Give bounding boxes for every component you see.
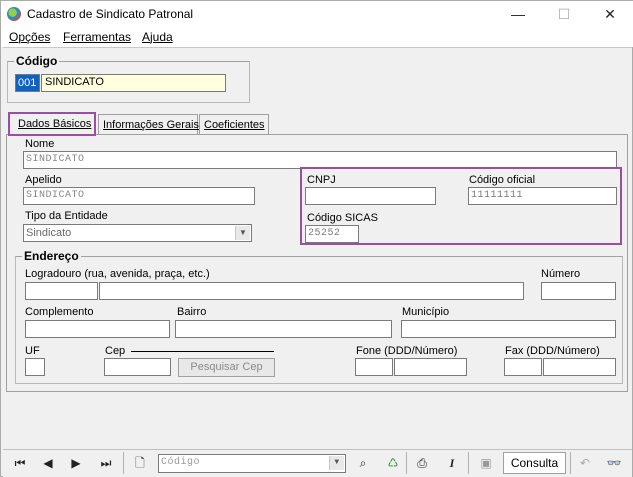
cep-divider [131,351,274,352]
save-icon[interactable]: ▣ [475,452,497,474]
pesquisar-cep-button[interactable]: Pesquisar Cep [178,358,275,377]
fone-ddd-field[interactable] [355,358,393,376]
fax-numero-field[interactable] [543,358,616,376]
application-window: Cadastro de Sindicato Patronal — ☐ ✕ Opç… [0,0,633,477]
toolbar-separator [123,452,124,474]
tipo-entidade-label: Tipo da Entidade [25,210,108,222]
toolbar-separator [406,452,407,474]
cnpj-label: CNPJ [307,174,336,186]
new-document-icon[interactable]: 🗋 [129,452,151,474]
cep-label: Cep [105,345,126,357]
next-record-icon[interactable]: ▶ [65,452,87,474]
chevron-down-icon[interactable]: ▼ [235,226,250,240]
italic-i-icon[interactable]: I [441,452,463,474]
codigo-oficial-label: Código oficial [469,174,536,186]
codigo-sicas-field[interactable]: 25252 [305,225,359,243]
filter-icon[interactable]: ⌕ [352,452,374,474]
complemento-field[interactable] [25,320,170,338]
first-record-icon[interactable]: ⏮ [9,452,31,474]
menu-opcoes[interactable]: Opções [9,30,50,44]
tab-informacoes-gerais[interactable]: Informações Gerais [98,114,199,135]
close-button[interactable]: ✕ [587,1,633,27]
menu-ferramentas[interactable]: Ferramentas [63,30,131,44]
minimize-button[interactable]: — [495,1,541,27]
endereco-group-title: Endereço [22,249,81,263]
complemento-label: Complemento [25,306,94,318]
undo-icon[interactable]: ↶ [574,452,596,474]
codigo-oficial-field[interactable]: 11111111 [468,187,617,205]
fax-label: Fax (DDD/Número) [505,345,600,357]
menu-divider [3,47,632,48]
window-title: Cadastro de Sindicato Patronal [27,7,194,21]
numero-field[interactable] [541,282,616,300]
menu-ajuda[interactable]: Ajuda [142,30,173,44]
municipio-label: Município [402,306,450,318]
binoculars-icon[interactable]: 👓 [603,452,625,474]
app-logo-icon [7,7,21,21]
delete-icon[interactable]: ♺ [382,452,404,474]
fax-ddd-field[interactable] [504,358,542,376]
nome-label: Nome [25,138,55,150]
municipio-field[interactable] [401,320,616,338]
last-record-icon[interactable]: ⏭ [95,452,117,474]
uf-label: UF [25,345,40,357]
print-icon[interactable]: ⎙ [411,452,433,474]
fone-numero-field[interactable] [394,358,467,376]
codigo-name-field[interactable]: SINDICATO [41,74,226,92]
toolbar-separator [468,452,469,474]
cep-field[interactable] [104,358,171,376]
logradouro-tipo-field[interactable] [25,282,98,300]
search-field-value: Código [161,457,201,468]
codigo-number-field[interactable]: 001 [15,74,40,92]
previous-record-icon[interactable]: ◀ [37,452,59,474]
cnpj-field[interactable] [305,187,436,205]
codigo-group-title: Código [14,54,60,68]
search-field[interactable]: Código ▼ [158,454,346,473]
fone-label: Fone (DDD/Número) [356,345,458,357]
bairro-label: Bairro [177,306,207,318]
tab-dados-basicos[interactable]: Dados Básicos [8,112,96,136]
tipo-entidade-value: Sindicato [26,227,72,239]
tipo-entidade-select[interactable]: Sindicato ▼ [23,224,252,242]
mode-indicator: Consulta [503,452,566,474]
logradouro-label: Logradouro (rua, avenida, praça, etc.) [25,268,210,280]
codigo-sicas-label: Código SICAS [307,212,378,224]
bairro-field[interactable] [175,320,392,338]
toolbar-separator [570,452,571,474]
uf-field[interactable] [25,358,45,376]
logradouro-field[interactable] [99,282,524,300]
chevron-down-icon[interactable]: ▼ [329,456,344,470]
apelido-field[interactable]: SINDICATO [23,187,255,205]
numero-label: Número [541,268,581,280]
tab-coeficientes[interactable]: Coeficientes [199,114,269,135]
maximize-button[interactable]: ☐ [541,1,587,27]
apelido-label: Apelido [25,174,62,186]
